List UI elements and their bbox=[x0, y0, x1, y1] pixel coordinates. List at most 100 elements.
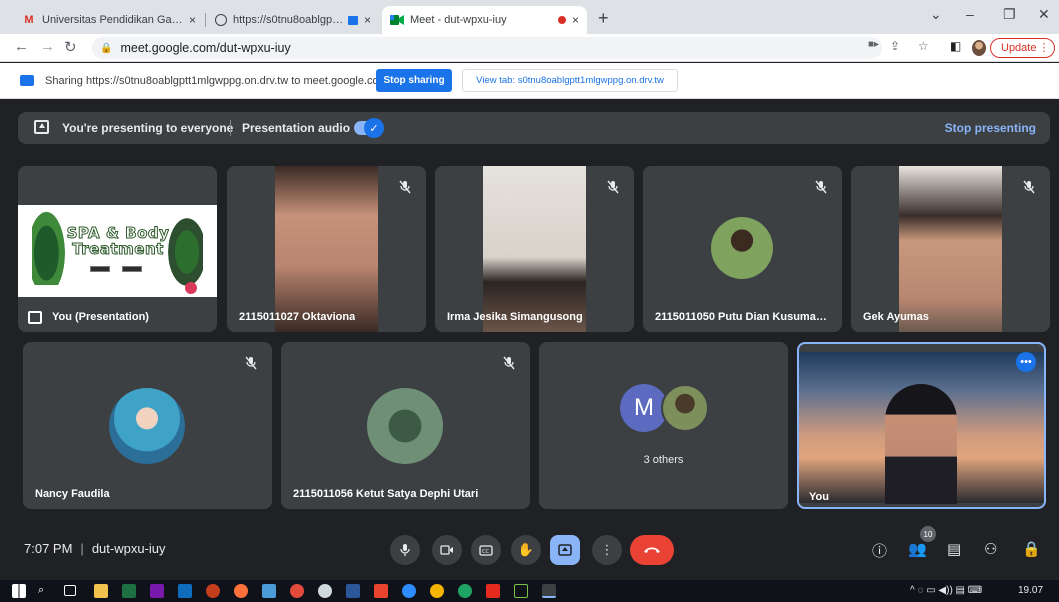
people-icon[interactable]: 👥 bbox=[908, 540, 927, 558]
camera-icon bbox=[440, 545, 453, 555]
participant-video bbox=[275, 166, 378, 332]
excel-icon[interactable] bbox=[122, 584, 136, 598]
tab-title: https://s0tnu8oablgptt1mlg bbox=[233, 14, 344, 26]
app-icon[interactable] bbox=[458, 584, 472, 598]
chat-icon[interactable]: ▤ bbox=[947, 540, 961, 558]
svg-text:CC: CC bbox=[482, 549, 489, 555]
muted-mic-icon bbox=[394, 176, 416, 198]
opera-icon[interactable] bbox=[290, 584, 304, 598]
participant-tile[interactable]: Irma Jesika Simangusong bbox=[435, 166, 634, 332]
close-tab-icon[interactable]: × bbox=[189, 13, 196, 27]
presentation-audio-label: Presentation audio bbox=[242, 121, 351, 135]
more-options-button[interactable]: ⋮ bbox=[592, 535, 622, 565]
update-button[interactable]: Update ⋮ bbox=[990, 38, 1056, 58]
windows-start-icon[interactable] bbox=[12, 584, 26, 598]
app-icon[interactable] bbox=[262, 584, 276, 598]
camera-in-use-icon[interactable]: ■▸ bbox=[868, 39, 879, 50]
stop-presenting-button[interactable]: Stop presenting bbox=[945, 121, 1036, 135]
people-count-badge: 10 bbox=[920, 526, 936, 542]
present-icon bbox=[558, 544, 572, 556]
muted-mic-icon bbox=[498, 352, 520, 374]
activities-icon[interactable]: ⚇ bbox=[984, 540, 997, 558]
tab-title: Universitas Pendidikan Ganesha | bbox=[42, 14, 183, 26]
powerpoint-icon[interactable] bbox=[206, 584, 220, 598]
muted-mic-icon bbox=[810, 176, 832, 198]
minimize-icon[interactable]: – bbox=[966, 6, 974, 22]
leaf-decoration bbox=[32, 205, 68, 285]
participant-name: 2115011027 Oktaviona bbox=[239, 311, 356, 323]
app-icon[interactable] bbox=[374, 584, 388, 598]
onenote-icon[interactable] bbox=[150, 584, 164, 598]
tab-drive-site[interactable]: https://s0tnu8oablgptt1mlg × bbox=[207, 6, 379, 34]
tab-search-icon[interactable]: ⌄ bbox=[930, 6, 942, 23]
more-menu-icon: ⋮ bbox=[1038, 42, 1050, 54]
tab-gmail[interactable]: M Universitas Pendidikan Ganesha | × bbox=[14, 6, 204, 34]
address-bar[interactable]: 🔒 meet.google.com/dut-wpxu-iuy bbox=[92, 37, 882, 59]
more-options-icon[interactable]: ••• bbox=[1016, 352, 1036, 372]
microphone-button[interactable] bbox=[390, 535, 420, 565]
meeting-details-icon[interactable]: ⓘ bbox=[872, 540, 887, 561]
chrome-active-icon[interactable] bbox=[542, 584, 556, 598]
app-icon[interactable] bbox=[318, 584, 332, 598]
participant-name: 2115011056 Ketut Satya Dephi Utari bbox=[293, 488, 479, 500]
reload-icon[interactable]: ↻ bbox=[64, 38, 77, 56]
view-tab-button[interactable]: View tab: s0tnu8oablgptt1mlgwppg.on.drv.… bbox=[462, 69, 678, 92]
host-controls-icon[interactable]: 🔒 bbox=[1022, 540, 1041, 558]
slide-button bbox=[122, 266, 142, 272]
raise-hand-button[interactable]: ✋ bbox=[511, 535, 541, 565]
back-icon[interactable]: ← bbox=[14, 38, 29, 55]
forward-icon[interactable]: → bbox=[40, 38, 55, 55]
captions-button[interactable]: CC bbox=[471, 535, 501, 565]
task-view-icon[interactable] bbox=[64, 585, 76, 596]
tray-icons[interactable]: ^ ◌ ▭ ◀)) ▤ ⌨ bbox=[910, 585, 982, 596]
new-tab-button[interactable]: + bbox=[598, 8, 609, 29]
app-icon[interactable] bbox=[514, 584, 528, 598]
slide-close-icon bbox=[185, 282, 197, 294]
leave-call-button[interactable] bbox=[630, 535, 674, 565]
participant-tile[interactable]: Gek Ayumas bbox=[851, 166, 1050, 332]
participant-avatar bbox=[661, 384, 709, 432]
meeting-controls: 7:07 PM | dut-wpxu-iuy CC ✋ ⋮ ⓘ 👥 10 ▤ ⚇ 🔒 bbox=[0, 519, 1059, 580]
close-window-icon[interactable]: ✕ bbox=[1038, 6, 1050, 23]
restore-icon[interactable]: ❐ bbox=[1003, 6, 1016, 23]
search-icon[interactable]: ⌕ bbox=[38, 584, 52, 598]
close-tab-icon[interactable]: × bbox=[572, 13, 579, 27]
presentation-audio-toggle[interactable]: ✓ bbox=[354, 118, 384, 138]
self-tile[interactable]: ••• You bbox=[797, 342, 1046, 509]
close-tab-icon[interactable]: × bbox=[364, 13, 371, 27]
tab-meet[interactable]: Meet - dut-wpxu-iuy × bbox=[382, 6, 587, 34]
present-now-button[interactable] bbox=[550, 535, 580, 565]
firefox-icon[interactable] bbox=[234, 584, 248, 598]
muted-mic-icon bbox=[1018, 176, 1040, 198]
recording-dot-icon bbox=[557, 16, 566, 24]
profile-avatar[interactable] bbox=[972, 40, 986, 56]
side-panel-icon[interactable]: ◧ bbox=[950, 39, 961, 53]
participant-avatar bbox=[109, 388, 185, 464]
participant-tile[interactable]: 2115011056 Ketut Satya Dephi Utari bbox=[281, 342, 530, 509]
more-vert-icon: ⋮ bbox=[600, 542, 614, 557]
url-text: meet.google.com/dut-wpxu-iuy bbox=[120, 41, 291, 55]
meet-stage: You're presenting to everyone Presentati… bbox=[0, 99, 1059, 580]
camera-button[interactable] bbox=[432, 535, 462, 565]
stop-sharing-button[interactable]: Stop sharing bbox=[376, 69, 452, 92]
participant-tile[interactable]: 2115011027 Oktaviona bbox=[227, 166, 426, 332]
meeting-info: 7:07 PM | dut-wpxu-iuy bbox=[24, 541, 166, 556]
browser-toolbar: ← → ↻ 🔒 meet.google.com/dut-wpxu-iuy ■▸ … bbox=[0, 34, 1059, 62]
participant-name: Irma Jesika Simangusong bbox=[447, 311, 583, 323]
acrobat-icon[interactable] bbox=[486, 584, 500, 598]
zoom-icon[interactable] bbox=[402, 584, 416, 598]
outlook-icon[interactable] bbox=[178, 584, 192, 598]
others-tile[interactable]: M 3 others bbox=[539, 342, 788, 509]
participant-name: Nancy Faudila bbox=[35, 488, 110, 500]
share-page-icon[interactable]: ⇪ bbox=[890, 39, 900, 53]
file-explorer-icon[interactable] bbox=[94, 584, 108, 598]
participant-tile[interactable]: 2115011050 Putu Dian Kusumaw... bbox=[643, 166, 842, 332]
presentation-tile[interactable]: SPA & Body Treatment You (Presentation) bbox=[18, 166, 217, 332]
chrome-icon[interactable] bbox=[430, 584, 444, 598]
participant-tile[interactable]: Nancy Faudila bbox=[23, 342, 272, 509]
participant-name: 2115011050 Putu Dian Kusumaw... bbox=[655, 311, 831, 323]
word-icon[interactable] bbox=[346, 584, 360, 598]
divider: | bbox=[80, 541, 84, 556]
bookmark-star-icon[interactable]: ☆ bbox=[918, 39, 929, 53]
muted-mic-icon bbox=[602, 176, 624, 198]
